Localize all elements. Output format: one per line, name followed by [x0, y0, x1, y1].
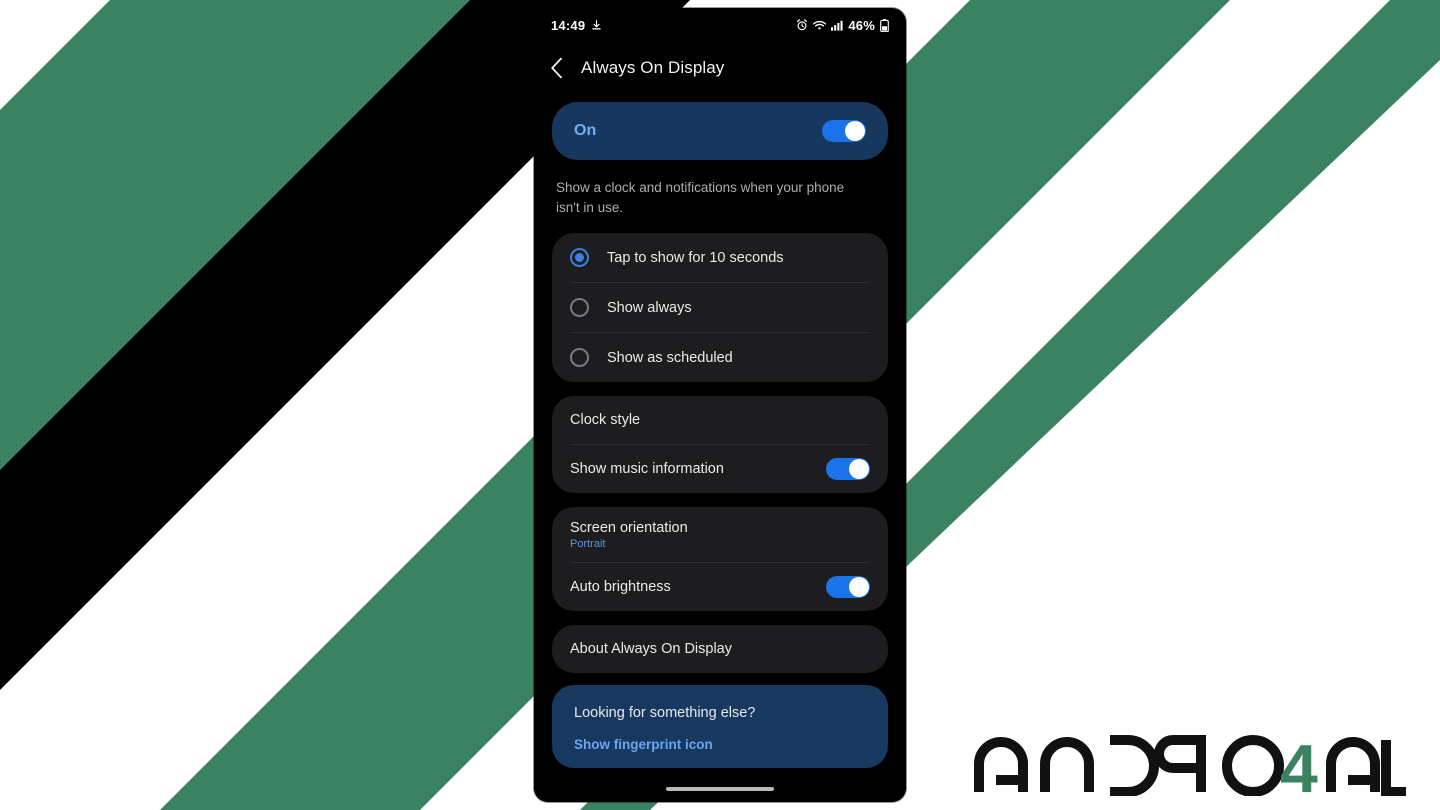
setting-title: Clock style: [570, 412, 641, 429]
auto-brightness-switch[interactable]: [826, 576, 870, 599]
setting-title: Screen orientation: [570, 519, 688, 536]
setting-row-clock-style[interactable]: Clock style: [552, 396, 888, 444]
suggestion-card[interactable]: Looking for something else? Show fingerp…: [552, 685, 888, 769]
radio-icon-unselected[interactable]: [570, 348, 589, 368]
setting-row-screen-orientation[interactable]: Screen orientation Portrait: [552, 507, 888, 562]
logo-highlight-digit: 4: [1280, 731, 1318, 796]
setting-title: Show music information: [570, 461, 724, 478]
setting-row-auto-brightness[interactable]: Auto brightness: [552, 563, 888, 611]
helper-description: Show a clock and notifications when your…: [556, 180, 845, 215]
display-mode-card: Tap to show for 10 seconds Show always S…: [552, 233, 888, 383]
always-on-display-master-toggle-card[interactable]: On: [552, 102, 888, 160]
setting-row-about-always-on-display[interactable]: About Always On Display: [552, 625, 888, 673]
alarm-icon: [797, 19, 808, 31]
download-icon: [592, 19, 601, 29]
radio-option-show-always[interactable]: Show always: [552, 283, 888, 332]
switch-knob: [845, 121, 865, 141]
clock-settings-card: Clock style Show music information: [552, 396, 888, 494]
radio-label: Tap to show for 10 seconds: [607, 249, 784, 266]
status-time: 14:49: [551, 17, 586, 33]
about-card: About Always On Display: [552, 625, 888, 674]
andro4all-logo: 4: [974, 731, 1406, 796]
radio-label: Show always: [607, 299, 692, 316]
battery-icon: [880, 18, 889, 32]
wifi-icon: [813, 20, 827, 30]
suggestion-link-show-fingerprint-icon[interactable]: Show fingerprint icon: [574, 737, 866, 752]
app-bar: Always On Display: [534, 42, 906, 94]
page-title: Always On Display: [581, 58, 725, 77]
radio-option-tap-to-show[interactable]: Tap to show for 10 seconds: [552, 233, 888, 282]
signal-bars-icon: [831, 20, 843, 31]
suggestion-title: Looking for something else?: [574, 705, 756, 722]
switch-knob: [849, 459, 869, 480]
show-music-information-switch[interactable]: [826, 458, 870, 481]
gesture-nav-pill[interactable]: [666, 787, 774, 791]
radio-icon-selected[interactable]: [570, 248, 589, 268]
master-toggle-switch[interactable]: [822, 120, 866, 142]
status-bar: 14:49 46%: [534, 8, 906, 42]
setting-title: About Always On Display: [570, 641, 732, 658]
screen-settings-card: Screen orientation Portrait Auto brightn…: [552, 507, 888, 612]
radio-label: Show as scheduled: [607, 349, 733, 366]
back-chevron-icon[interactable]: [550, 57, 563, 79]
radio-option-show-as-scheduled[interactable]: Show as scheduled: [552, 333, 888, 382]
phone-screenshot: 14:49 46% Always On Display On Show a cl…: [534, 8, 906, 802]
master-toggle-label: On: [574, 122, 597, 139]
setting-subtitle: Portrait: [570, 537, 606, 550]
gesture-nav-bar: [534, 776, 906, 802]
switch-knob: [849, 577, 869, 598]
battery-percent: 46%: [848, 17, 875, 33]
setting-row-show-music-information[interactable]: Show music information: [552, 445, 888, 493]
radio-icon-unselected[interactable]: [570, 298, 589, 318]
setting-title: Auto brightness: [570, 579, 671, 596]
